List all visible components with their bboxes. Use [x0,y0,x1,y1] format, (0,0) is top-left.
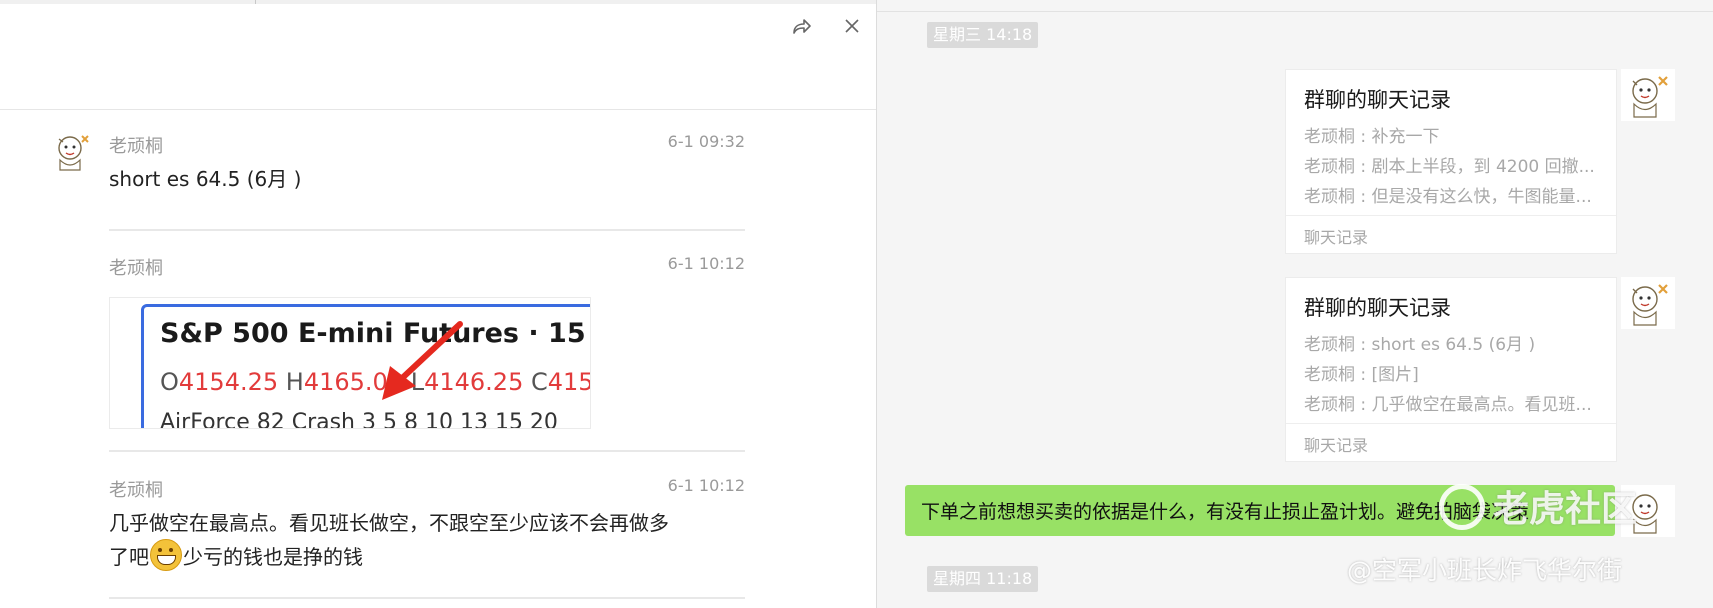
chart-screenshot-image[interactable]: S&P 500 E-mini Futures · 15 · C O4154.25… [109,297,591,429]
card-preview-line: 老顽桐 : 但是没有这么快，牛图能量... [1304,187,1592,207]
card-footer: 聊天记录 [1304,436,1369,455]
grin-emoji-icon [150,539,182,571]
chat-record-card[interactable]: 群聊的聊天记录 老顽桐 : short es 64.5 (6月 ) 老顽桐 : … [1285,277,1617,462]
card-divider [1286,423,1616,424]
card-preview-line: 老顽桐 : 剧本上半段，到 4200 回撤... [1304,157,1595,177]
ohlc-open-label: O [160,368,179,396]
card-preview-line: 老顽桐 : 补充一下 [1304,127,1440,147]
message-text-line-1[interactable]: 几乎做空在最高点。看见班长做空，不跟空至少应该不会再做多 [109,507,669,539]
red-arrow-icon [382,321,463,400]
message-time: 6-1 10:12 [667,254,745,273]
ohlc-close-value: 415 [547,368,591,396]
date-separator: 星期四 11:18 [927,566,1039,592]
chart-indicator-line: AirForce 82 Crash 3 5 8 10 13 15 20 [160,410,558,429]
avatar[interactable] [50,130,94,174]
card-title: 群聊的聊天记录 [1304,296,1451,320]
panel-top-border [877,11,1713,12]
ohlc-close-label: C [530,368,548,396]
message-text-segment: 了吧 [109,545,149,569]
ohlc-open-value: 4154.25 [178,368,279,396]
message-divider [109,450,745,452]
share-icon[interactable] [790,16,812,38]
message-text: 下单之前想想买卖的依据是什么，有没有止损止盈计划。避免拍脑袋决策 [921,501,1530,523]
message-text-segment: 少亏的钱也是挣的钱 [183,545,363,569]
watermark-handle: @空军小班长炸飞华尔街 [1347,556,1623,585]
message-divider [109,229,745,231]
message-time: 6-1 09:32 [667,132,745,151]
card-preview-line: 老顽桐 : [图片] [1304,365,1419,385]
message-text-line-2[interactable]: 了吧 少亏的钱也是挣的钱 [109,539,363,573]
ohlc-high-label: H [285,368,304,396]
card-footer: 聊天记录 [1304,228,1369,247]
date-separator: 星期三 14:18 [927,22,1039,48]
sender-name: 老顽桐 [109,480,163,501]
message-text[interactable]: short es 64.5 (6月 ) [109,163,301,195]
avatar[interactable] [1621,277,1675,329]
card-preview-line: 老顽桐 : short es 64.5 (6月 ) [1304,335,1536,355]
sender-name: 老顽桐 [109,136,163,157]
card-title: 群聊的聊天记录 [1304,88,1451,112]
message-divider [109,597,745,599]
message-time: 6-1 10:12 [667,476,745,495]
chat-conversation-panel: 星期三 14:18 群聊的聊天记录 老顽桐 : 补充一下 老顽桐 : 剧本上半段… [877,0,1713,608]
panel-header [0,4,876,110]
card-preview-line: 老顽桐 : 几乎做空在最高点。看见班... [1304,395,1592,415]
close-icon[interactable] [841,15,863,37]
card-divider [1286,215,1616,216]
watermark-logo: 老虎社区 [1493,489,1638,530]
tiger-logo-icon [1439,484,1485,530]
avatar[interactable] [1621,69,1675,121]
chat-record-card[interactable]: 群聊的聊天记录 老顽桐 : 补充一下 老顽桐 : 剧本上半段，到 4200 回撤… [1285,69,1617,254]
sender-name: 老顽桐 [109,258,163,279]
chat-history-panel: 老顽桐 6-1 09:32 short es 64.5 (6月 ) 老顽桐 6-… [0,0,877,608]
